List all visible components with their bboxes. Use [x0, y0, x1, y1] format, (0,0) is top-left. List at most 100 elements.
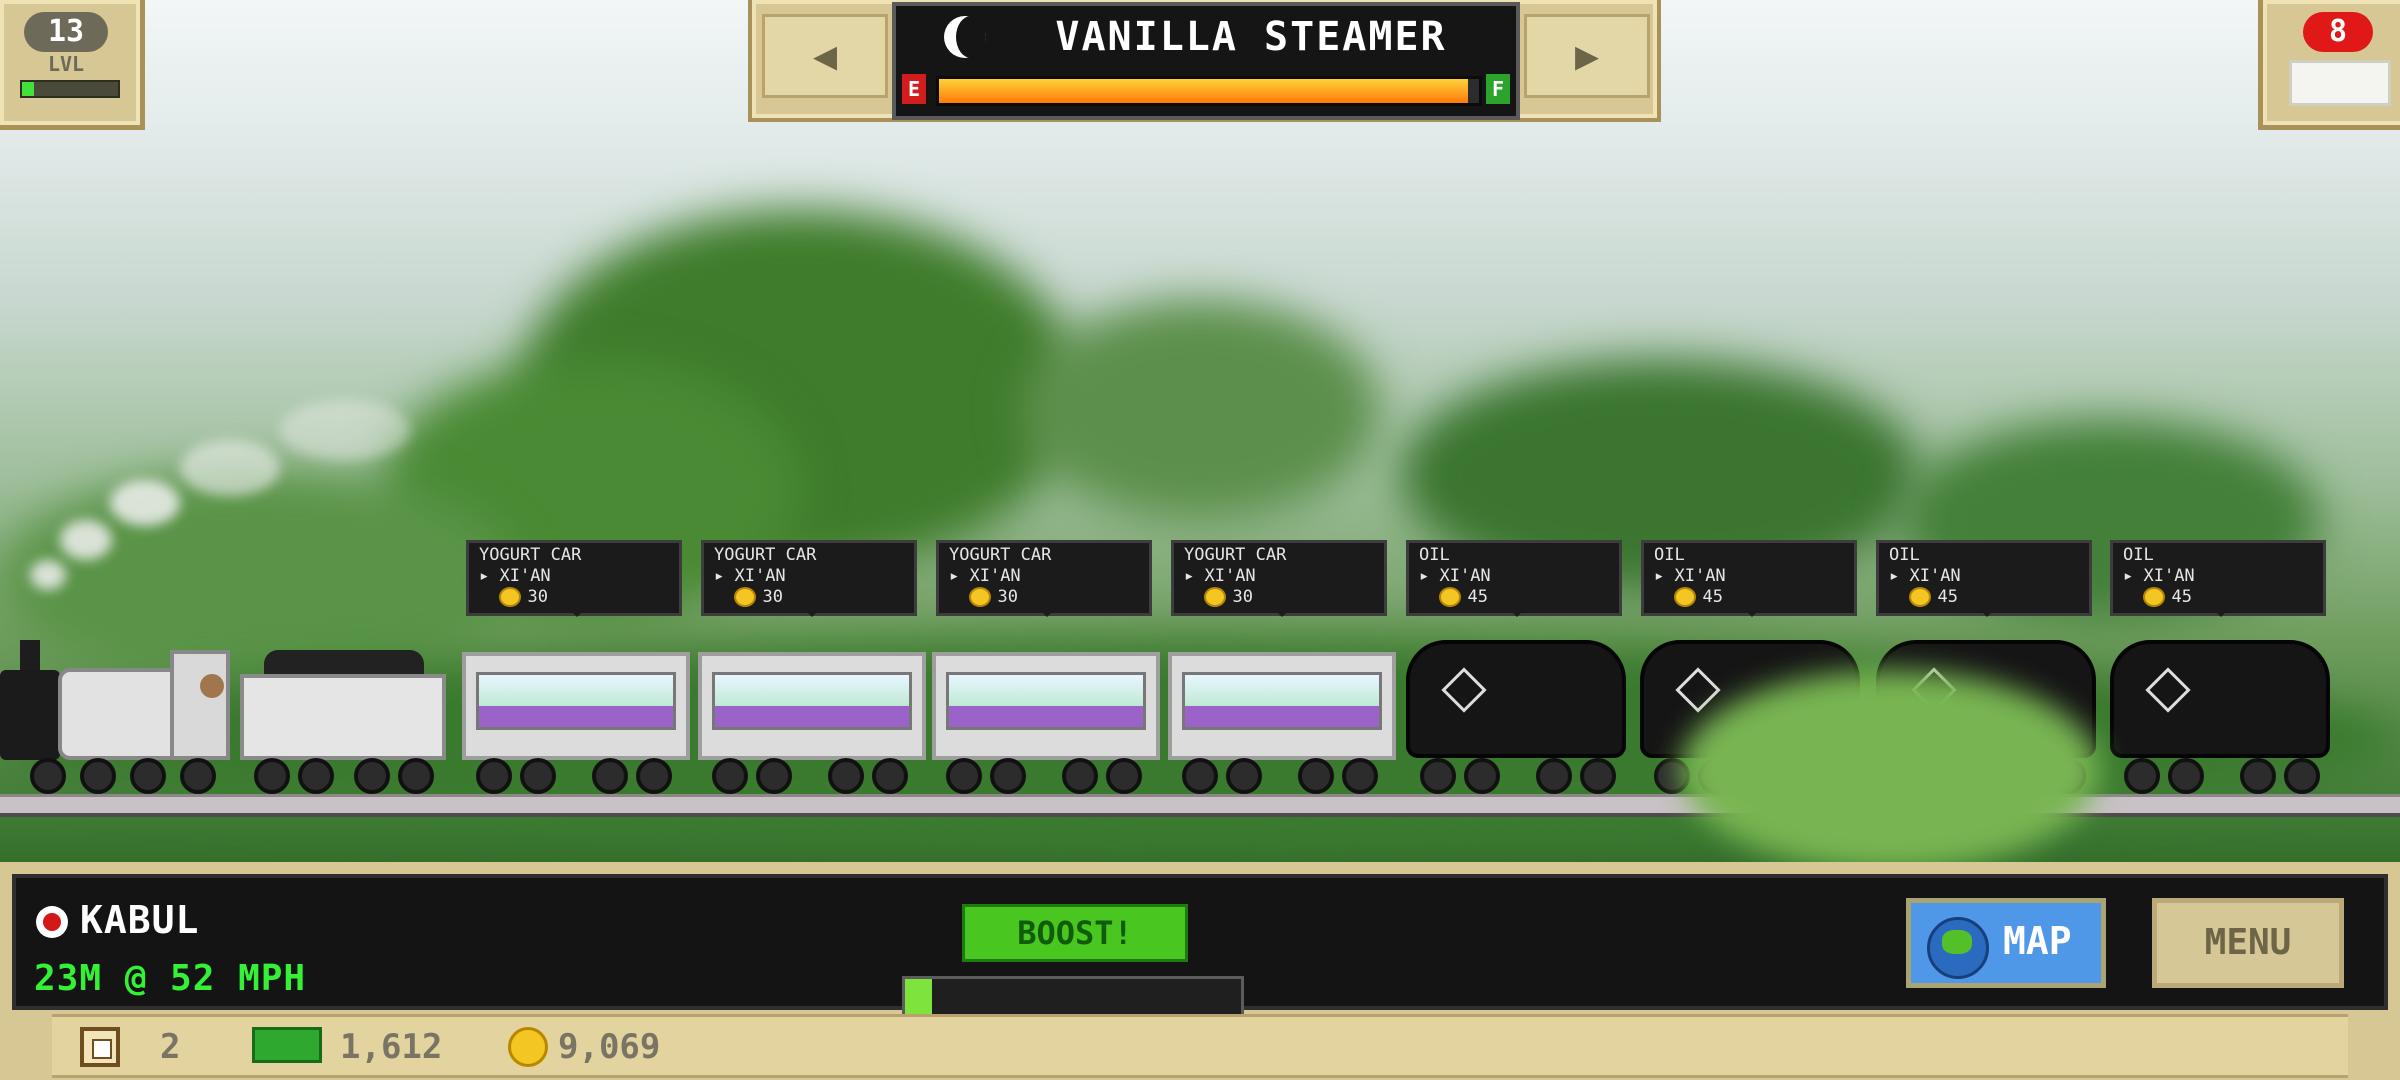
cargo-reward: 30	[714, 587, 904, 608]
boost-button[interactable]: BOOST!	[962, 904, 1188, 962]
yogurt-car[interactable]	[698, 652, 926, 760]
boost-meter	[902, 976, 1244, 1018]
cargo-reward: 30	[949, 587, 1139, 608]
menu-button[interactable]: MENU	[2152, 898, 2344, 988]
cargo-reward: 45	[1654, 587, 1844, 608]
cargo-destination: ▸ XI'AN	[1419, 566, 1491, 586]
wheel	[180, 758, 216, 794]
cargo-destination: ▸ XI'AN	[2123, 566, 2195, 586]
map-button[interactable]: MAP	[1906, 898, 2106, 988]
wheel	[636, 758, 672, 794]
smokebox	[0, 670, 60, 760]
cash-icon	[252, 1027, 322, 1063]
cargo-label: OIL ▸ XI'AN 45	[1876, 540, 2092, 617]
level-badge[interactable]: 13 LVL	[0, 0, 145, 130]
cargo-type: YOGURT CAR	[949, 545, 1052, 565]
car-window	[1182, 672, 1382, 730]
wheel	[2240, 758, 2276, 794]
fuel-empty-label: E	[902, 74, 926, 104]
cargo-reward: 45	[2123, 587, 2313, 608]
wheel	[2168, 758, 2204, 794]
cargo-destination: ▸ XI'AN	[949, 566, 1021, 586]
locomotive[interactable]	[0, 640, 232, 794]
wheel	[2284, 758, 2320, 794]
wheel	[520, 758, 556, 794]
train-title-panel: VANILLA STEAMER E F	[892, 2, 1520, 120]
coin-icon	[2143, 587, 2166, 607]
distance-speed-readout: 23M @ 52 MPH	[34, 958, 307, 999]
cargo-label: YOGURT CAR ▸ XI'AN 30	[1171, 540, 1387, 617]
car-window	[946, 672, 1146, 730]
coin-icon	[508, 1027, 548, 1067]
hazard-diamond-icon	[1675, 667, 1721, 713]
car-window	[712, 672, 912, 730]
coin-icon	[1204, 587, 1227, 607]
wheel	[398, 758, 434, 794]
coins-amount: 9,069	[558, 1027, 661, 1067]
wheel	[1580, 758, 1616, 794]
wheel	[1420, 758, 1456, 794]
yogurt-car[interactable]	[1168, 652, 1396, 760]
wheel	[712, 758, 748, 794]
wheel	[1226, 758, 1262, 794]
cargo-type: YOGURT CAR	[479, 545, 582, 565]
map-button-label: MAP	[2003, 919, 2072, 963]
previous-train-button[interactable]: ◀	[762, 14, 888, 98]
station-marker-icon	[36, 906, 68, 938]
wheel	[1464, 758, 1500, 794]
station-name: KABUL	[80, 898, 200, 942]
cargo-destination: ▸ XI'AN	[714, 566, 786, 586]
foreground-plant	[1680, 670, 2100, 870]
wheel	[30, 758, 66, 794]
cab	[170, 650, 230, 760]
wheel	[946, 758, 982, 794]
wheel	[1062, 758, 1098, 794]
globe-icon	[1927, 917, 1989, 979]
steam-puff	[110, 480, 180, 526]
cargo-reward: 30	[479, 587, 669, 608]
train-icon	[2289, 60, 2391, 106]
yogurt-car[interactable]	[462, 652, 690, 760]
wheel	[592, 758, 628, 794]
oil-tank-car[interactable]	[1406, 640, 1626, 758]
yogurt-car[interactable]	[932, 652, 1160, 760]
background-tree	[1020, 300, 1380, 520]
wheel	[80, 758, 116, 794]
level-progress-bar	[20, 80, 120, 98]
crate-icon	[80, 1027, 120, 1067]
wheel	[354, 758, 390, 794]
train-selector: ◀ VANILLA STEAMER E F ▶	[748, 0, 1661, 122]
cargo-type: OIL	[1889, 545, 1920, 565]
wheel	[254, 758, 290, 794]
wheel	[298, 758, 334, 794]
train-count-button[interactable]: 8	[2258, 0, 2400, 130]
level-label: LVL	[47, 52, 85, 76]
wheel	[1536, 758, 1572, 794]
coin-icon	[1909, 587, 1932, 607]
cargo-reward: 45	[1419, 587, 1609, 608]
cargo-type: YOGURT CAR	[1184, 545, 1287, 565]
train-count-badge: 8	[2303, 12, 2373, 52]
cargo-type: OIL	[2123, 545, 2154, 565]
steam-puff	[180, 440, 280, 496]
oil-tank-car[interactable]	[2110, 640, 2330, 758]
wheel	[1342, 758, 1378, 794]
car-window	[476, 672, 676, 730]
cargo-type: OIL	[1654, 545, 1685, 565]
hud-dark-panel: KABUL 23M @ 52 MPH BOOST! MAP MENU	[12, 874, 2388, 1018]
coal-tender[interactable]	[234, 650, 452, 794]
cargo-reward: 45	[1889, 587, 2079, 608]
wheel	[828, 758, 864, 794]
wheel	[756, 758, 792, 794]
coin-icon	[1674, 587, 1697, 607]
hazard-diamond-icon	[1441, 667, 1487, 713]
next-train-button[interactable]: ▶	[1524, 14, 1650, 98]
wheel	[1298, 758, 1334, 794]
coin-icon	[734, 587, 757, 607]
fuel-gauge-fill	[939, 79, 1469, 103]
steam-puff	[280, 400, 410, 460]
wheel	[990, 758, 1026, 794]
resource-strip: 2 1,612 9,069	[52, 1014, 2348, 1078]
coin-icon	[969, 587, 992, 607]
cash-amount: 1,612	[340, 1027, 443, 1067]
